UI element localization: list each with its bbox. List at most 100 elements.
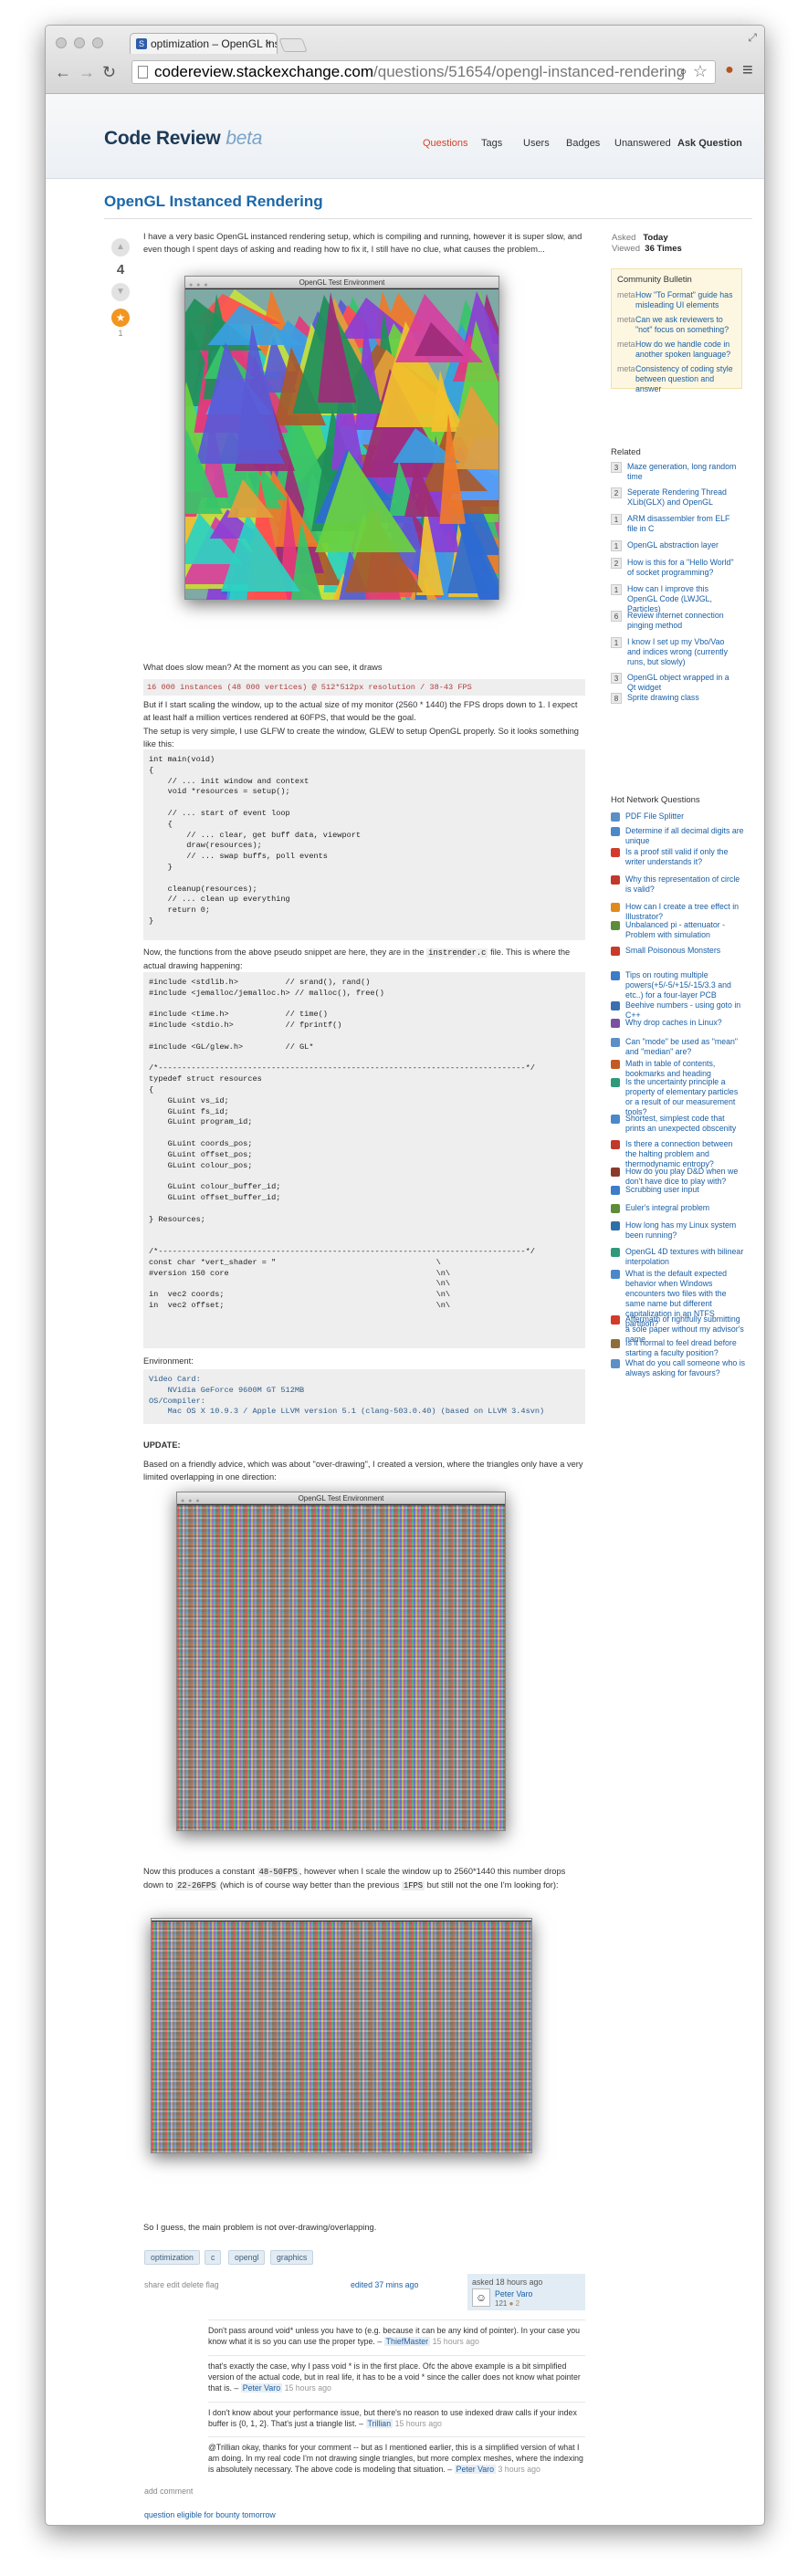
bulletin-item[interactable]: meta Can we ask reviewers to "not" focus … bbox=[617, 315, 736, 335]
related-question[interactable]: 2 How is this for a "Hello World" of sock… bbox=[611, 558, 739, 578]
hot-question[interactable]: Math in table of contents, bookmarks and… bbox=[611, 1059, 746, 1079]
hot-question[interactable]: Why drop caches in Linux? bbox=[611, 1018, 746, 1028]
related-question[interactable]: 6 Review internet connection pinging meth… bbox=[611, 611, 739, 631]
related-title: Sprite drawing class bbox=[627, 693, 699, 702]
site-favicon-icon bbox=[611, 903, 620, 912]
filename-inline-code: instrender.c bbox=[426, 948, 488, 958]
hot-question[interactable]: Small Poisonous Monsters bbox=[611, 946, 746, 956]
asker-username[interactable]: Peter Varo bbox=[495, 2289, 532, 2299]
hot-question[interactable]: OpenGL 4D textures with bilinear interpo… bbox=[611, 1247, 746, 1267]
zoom-window-button[interactable] bbox=[92, 37, 103, 48]
related-score: 2 bbox=[611, 558, 622, 569]
nav-badges[interactable]: Badges bbox=[566, 138, 600, 149]
hot-question-title: Can "mode" be used as "mean" and "median… bbox=[625, 1037, 739, 1056]
avatar[interactable]: ☺ bbox=[472, 2288, 490, 2307]
site-favicon-icon bbox=[611, 1078, 620, 1087]
close-tab-icon[interactable]: × bbox=[265, 37, 271, 49]
related-question[interactable]: 3 OpenGL object wrapped in a Qt widget bbox=[611, 673, 739, 693]
hot-question[interactable]: Determine if all decimal digits are uniq… bbox=[611, 826, 746, 846]
fullscreen-icon[interactable]: ⤢ bbox=[748, 31, 757, 45]
edited-link[interactable]: edited 37 mins ago bbox=[351, 2280, 418, 2289]
hot-question[interactable]: How do you play D&D when we don't have d… bbox=[611, 1167, 746, 1187]
tag-c[interactable]: c bbox=[205, 2250, 222, 2265]
hot-question[interactable]: Tips on routing multiple powers(+5/-5/+1… bbox=[611, 970, 746, 1000]
tag-optimization[interactable]: optimization bbox=[144, 2250, 200, 2265]
forward-arrow-icon[interactable]: → bbox=[79, 63, 95, 81]
hot-question-title: Why this representation of circle is val… bbox=[625, 874, 740, 894]
scaling-text: But if I start scaling the window, up to… bbox=[143, 700, 578, 722]
nav-users[interactable]: Users bbox=[523, 138, 550, 149]
hot-question[interactable]: Is it normal to feel dread before starti… bbox=[611, 1338, 746, 1358]
downvote-button[interactable]: ▼ bbox=[111, 283, 130, 301]
site-favicon-icon bbox=[611, 1019, 620, 1028]
hot-question-title: Unbalanced pi - attenuator - Problem wit… bbox=[625, 920, 726, 939]
post-actions[interactable]: share edit delete flag bbox=[144, 2280, 219, 2289]
nav-questions[interactable]: Questions bbox=[423, 138, 468, 149]
reload-icon[interactable]: ↻ bbox=[102, 63, 116, 81]
site-logo[interactable]: Code Review beta bbox=[104, 128, 262, 150]
hot-question[interactable]: Is a proof still valid if only the write… bbox=[611, 847, 746, 867]
update-label: UPDATE: bbox=[143, 1440, 181, 1450]
address-bar[interactable]: codereview.stackexchange.com/questions/5… bbox=[131, 60, 716, 84]
favorite-star-icon[interactable]: ★ bbox=[111, 309, 130, 327]
site-favicon-icon bbox=[611, 921, 620, 930]
browser-tab[interactable]: S optimization – OpenGL Ins × bbox=[130, 33, 278, 54]
vote-count: 4 bbox=[116, 262, 125, 277]
hot-question[interactable]: Scrubbing user input bbox=[611, 1185, 746, 1195]
extension-icon[interactable]: ● bbox=[719, 62, 740, 82]
menu-hamburger-icon[interactable]: ≡ bbox=[742, 60, 753, 81]
bookmark-star-icon[interactable]: ☆ bbox=[693, 62, 708, 81]
comment-user[interactable]: Trillian bbox=[365, 2419, 394, 2428]
comment-user[interactable]: Peter Varo bbox=[240, 2383, 283, 2393]
hot-question[interactable]: How long has my Linux system been runnin… bbox=[611, 1220, 746, 1241]
hot-question[interactable]: Shortest, simplest code that prints an u… bbox=[611, 1114, 746, 1134]
bounty-link[interactable]: question eligible for bounty tomorrow bbox=[144, 2510, 276, 2519]
hot-question[interactable]: Unbalanced pi - attenuator - Problem wit… bbox=[611, 920, 746, 940]
hot-question[interactable]: Can "mode" be used as "mean" and "median… bbox=[611, 1037, 746, 1057]
update-text: Based on a friendly advice, which was ab… bbox=[143, 1460, 583, 1482]
triangle-render-image bbox=[161, 289, 552, 684]
hot-question[interactable]: PDF File Splitter bbox=[611, 812, 746, 822]
hot-question[interactable]: Is there a connection between the haltin… bbox=[611, 1139, 746, 1169]
comment-user[interactable]: ThiefMaster bbox=[383, 2337, 431, 2346]
new-tab-button[interactable] bbox=[278, 38, 308, 52]
back-arrow-icon[interactable]: ← bbox=[55, 63, 71, 81]
hot-question[interactable]: What do you call someone who is always a… bbox=[611, 1358, 746, 1378]
related-question[interactable]: 1 ARM disassembler from ELF file in C bbox=[611, 514, 739, 534]
nav-unanswered[interactable]: Unanswered bbox=[614, 138, 671, 149]
hot-question-title: Why drop caches in Linux? bbox=[625, 1018, 722, 1027]
hot-question[interactable]: Why this representation of circle is val… bbox=[611, 874, 746, 895]
tag-opengl[interactable]: opengl bbox=[228, 2250, 266, 2265]
related-score: 3 bbox=[611, 673, 622, 684]
nav-ask-question[interactable]: Ask Question bbox=[677, 138, 742, 149]
community-bulletin: Community Bulletin meta How "To Format" g… bbox=[611, 268, 742, 393]
tag-graphics[interactable]: graphics bbox=[270, 2250, 314, 2265]
related-question[interactable]: 8 Sprite drawing class bbox=[611, 693, 739, 704]
comment-user[interactable]: Peter Varo bbox=[454, 2465, 497, 2474]
stackexchange-favicon-icon: S bbox=[136, 38, 147, 49]
minimize-window-button[interactable] bbox=[74, 37, 85, 48]
bulletin-item[interactable]: meta Consistency of coding style between … bbox=[617, 364, 736, 394]
comment: I don't know about your performance issu… bbox=[208, 2402, 585, 2429]
close-window-button[interactable] bbox=[56, 37, 67, 48]
question-title[interactable]: OpenGL Instanced Rendering bbox=[104, 193, 323, 211]
related-question[interactable]: 1 OpenGL abstraction layer bbox=[611, 540, 739, 551]
hot-question-title: Is it normal to feel dread before starti… bbox=[625, 1338, 737, 1357]
tab-title: optimization – OpenGL Ins bbox=[151, 37, 278, 50]
nav-tags[interactable]: Tags bbox=[481, 138, 502, 149]
add-comment-link[interactable]: add comment bbox=[144, 2487, 193, 2496]
related-question[interactable]: 1 I know I set up my Vbo/Vao and indices … bbox=[611, 637, 739, 667]
search-icon[interactable]: ⌕ bbox=[679, 64, 687, 80]
related-question[interactable]: 3 Maze generation, long random time bbox=[611, 462, 739, 482]
hot-question-title: Math in table of contents, bookmarks and… bbox=[625, 1059, 716, 1078]
hot-question[interactable]: Is the uncertainty principle a property … bbox=[611, 1077, 746, 1117]
hot-question[interactable]: Euler's integral problem bbox=[611, 1203, 746, 1213]
bulletin-item[interactable]: meta How "To Format" guide has misleading… bbox=[617, 290, 736, 310]
hot-question[interactable]: How can I create a tree effect in Illust… bbox=[611, 902, 746, 922]
upvote-button[interactable]: ▲ bbox=[111, 238, 130, 257]
hot-question-title: How do you play D&D when we don't have d… bbox=[625, 1167, 739, 1186]
site-favicon-icon bbox=[611, 1359, 620, 1368]
bulletin-item[interactable]: meta How do we handle code in another spo… bbox=[617, 340, 736, 360]
asked-stat: Asked Today bbox=[612, 233, 668, 243]
related-question[interactable]: 2 Seperate Rendering Thread XLib(GLX) and… bbox=[611, 487, 739, 508]
